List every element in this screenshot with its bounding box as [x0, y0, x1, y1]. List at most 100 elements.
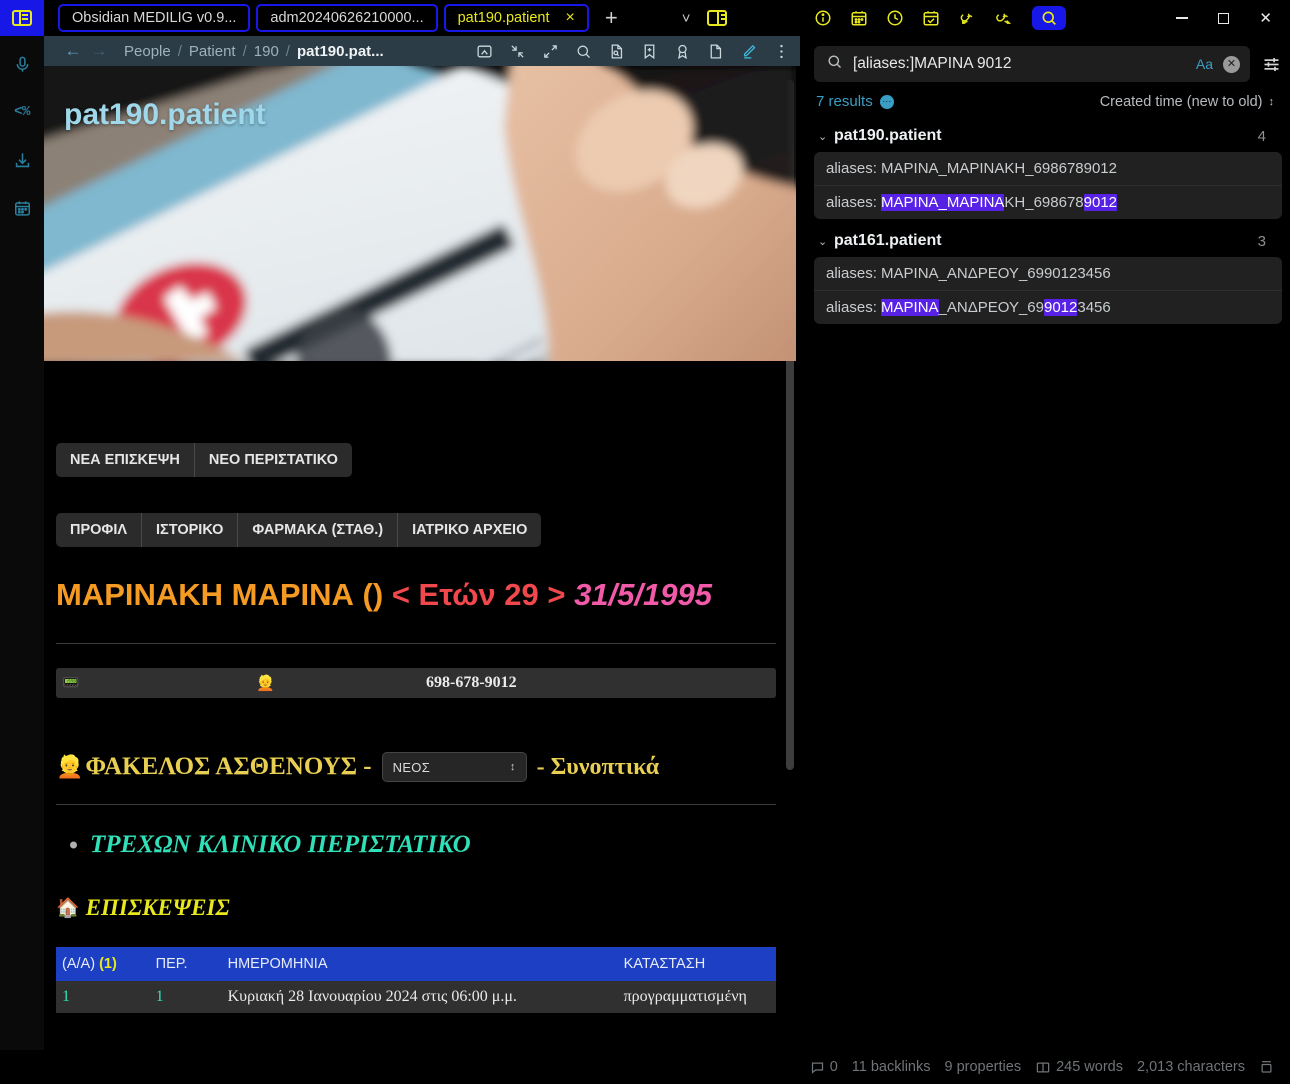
breadcrumb-people[interactable]: People — [124, 43, 171, 60]
note-toolbar — [475, 42, 790, 60]
breadcrumb-patient[interactable]: Patient — [189, 43, 236, 60]
chevron-down-icon[interactable]: ⌄ — [818, 235, 834, 248]
match-case-button[interactable]: Aa — [1196, 56, 1213, 72]
forward-button[interactable]: → — [86, 41, 112, 61]
bookmark-add-icon[interactable] — [640, 42, 658, 60]
maximize-button[interactable] — [1218, 12, 1230, 24]
result-match-count: 3 — [1257, 232, 1266, 250]
template-percent-icon[interactable]: <% — [8, 98, 36, 126]
search-settings-icon[interactable] — [1260, 53, 1282, 75]
breadcrumb: People / Patient / 190 / pat190.pat... — [124, 43, 384, 60]
patient-folder-heading: 👱 ΦΑΚΕΛΟΣ ΑΣΘΕΝΟΥΣ - ΝΕΟΣ ↕ - Συνοπτικά — [56, 752, 776, 782]
section-tab-group: ΠΡΟΦΙΛ ΙΣΤΟΡΙΚΟ ΦΑΡΜΑΚΑ (ΣΤΑΘ.) ΙΑΤΡΙΚΟ … — [56, 513, 542, 547]
search-icon — [826, 53, 843, 75]
result-file-name[interactable]: pat190.patient — [834, 127, 942, 145]
status-properties[interactable]: 9 properties — [945, 1059, 1022, 1075]
tab-pat190-patient[interactable]: pat190.patient × — [443, 4, 589, 32]
tab-profile[interactable]: ΠΡΟΦΙΛ — [56, 513, 141, 547]
new-visit-button[interactable]: ΝΕΑ ΕΠΙΣΚΕΨΗ — [56, 443, 194, 477]
breadcrumb-current: pat190.pat... — [296, 42, 384, 60]
status-comments: 0 — [810, 1059, 838, 1075]
results-bar: 7 results ⋯ Created time (new to old) ↕ — [800, 82, 1290, 110]
results-info-icon[interactable]: ⋯ — [879, 94, 894, 109]
breadcrumb-separator: / — [242, 42, 247, 60]
new-note-icon[interactable] — [706, 42, 724, 60]
note-body: ΝΕΑ ΕΠΙΣΚΕΨΗ ΝΕΟ ΠΕΡΙΣΤΑΤΙΚΟ ΠΡΟΦΙΛ ΙΣΤΟ… — [44, 361, 800, 1013]
bookmark-icon[interactable] — [673, 42, 691, 60]
search-icon[interactable] — [1032, 6, 1066, 30]
current-case-heading[interactable]: ΤΡΕΧΩΝ ΚΛΙΝΙΚΟ ΠΕΡΙΣΤΑΤΙΚΟ — [90, 831, 471, 859]
new-tab-button[interactable]: + — [595, 7, 628, 29]
result-group-header[interactable]: ⌄ pat161.patient 3 — [814, 229, 1282, 253]
info-icon[interactable] — [814, 9, 832, 27]
collapse-icon[interactable] — [508, 42, 526, 60]
result-group-pat190: ⌄ pat190.patient 4 aliases: ΜΑΡΙΝΑ_ΜΑΡΙΝ… — [814, 124, 1282, 219]
file-search-icon[interactable] — [607, 42, 625, 60]
link-forward-icon[interactable] — [995, 9, 1014, 27]
back-button[interactable]: ← — [60, 41, 86, 61]
search-results: ⌄ pat190.patient 4 aliases: ΜΑΡΙΝΑ_ΜΑΡΙΝ… — [800, 110, 1290, 327]
match-highlight: ΜΑΡΙΝΑ — [881, 299, 939, 316]
sidebar-toggle-button[interactable] — [0, 0, 44, 36]
calendar-icon[interactable] — [850, 9, 868, 27]
edit-pen-icon[interactable] — [739, 42, 757, 60]
folder-label: ΦΑΚΕΛΟΣ ΑΣΘΕΝΟΥΣ - — [85, 753, 372, 780]
window-controls: ✕ — [1176, 11, 1290, 26]
calendar-check-icon[interactable] — [922, 9, 940, 27]
minimize-button[interactable] — [1176, 17, 1189, 19]
new-case-button[interactable]: ΝΕΟ ΠΕΡΙΣΤΑΤΙΚΟ — [193, 443, 352, 477]
result-field-label: aliases: — [826, 160, 882, 177]
list-item[interactable]: aliases: ΜΑΡΙΝΑ_ΑΝΔΡΕΟΥ_6990123456 — [814, 290, 1282, 324]
tab-medical-file[interactable]: ΙΑΤΡΙΚΟ ΑΡΧΕΙΟ — [397, 513, 541, 547]
layout-icon[interactable] — [1259, 1059, 1274, 1075]
cell-aa: 1 — [56, 981, 150, 1013]
download-icon[interactable] — [8, 146, 36, 174]
cell-status: προγραμματισμένη — [617, 981, 776, 1013]
chevron-updown-icon[interactable]: ↕ — [1269, 96, 1275, 108]
tab-adm-note[interactable]: adm20240626210000... — [256, 4, 438, 32]
result-group-header[interactable]: ⌄ pat190.patient 4 — [814, 124, 1282, 148]
clear-search-button[interactable]: ✕ — [1223, 55, 1240, 73]
visits-table: (Α/Α) (1) ΠΕΡ. ΗΜΕΡΟΜΗΝΙΑ ΚΑΤΑΣΤΑΣΗ 1 1 … — [56, 947, 776, 1013]
tab-obsidian-medilig[interactable]: Obsidian MEDILIG v0.9... — [58, 4, 251, 32]
tab-history[interactable]: ΙΣΤΟΡΙΚΟ — [141, 513, 237, 547]
folder-status-select[interactable]: ΝΕΟΣ ↕ — [381, 752, 527, 782]
close-icon[interactable]: × — [566, 10, 575, 26]
more-options-icon[interactable] — [772, 42, 790, 60]
close-window-button[interactable]: ✕ — [1259, 11, 1272, 26]
chevron-down-icon[interactable]: ˅ — [682, 10, 691, 27]
breadcrumb-separator: / — [285, 42, 290, 60]
link-back-icon[interactable] — [958, 9, 977, 27]
status-backlinks[interactable]: 11 backlinks — [852, 1059, 931, 1075]
note-banner: pat190.patient — [44, 66, 800, 361]
chevron-updown-icon: ↕ — [509, 760, 516, 773]
sort-label[interactable]: Created time (new to old) — [1100, 94, 1263, 110]
tab-medications[interactable]: ΦΑΡΜΑΚΑ (ΣΤΑΘ.) — [237, 513, 397, 547]
result-text: ΜΑΡΙΝΑ_ΜΑΡΙΝΑΚΗ_6986789012 — [881, 160, 1117, 177]
note-content: pat190.patient ΝΕΑ ΕΠΙΣΚΕΨΗ ΝΕΟ ΠΕΡΙΣΤΑΤ… — [44, 66, 800, 1050]
microphone-icon[interactable] — [8, 50, 36, 78]
results-count: 7 results — [816, 93, 873, 110]
search-input[interactable]: [aliases:]ΜΑΡΙΝΑ 9012 Aa ✕ — [814, 46, 1250, 82]
calendar-icon[interactable] — [8, 194, 36, 222]
patient-age: < Ετών 29 > — [391, 577, 566, 612]
list-item[interactable]: aliases: ΜΑΡΙΝΑ_ΑΝΔΡΕΟΥ_6990123456 — [814, 257, 1282, 290]
clock-icon[interactable] — [886, 9, 904, 27]
right-sidebar-toggle-icon[interactable] — [706, 10, 727, 26]
breadcrumb-190[interactable]: 190 — [254, 43, 279, 60]
list-item[interactable]: aliases: ΜΑΡΙΝΑ_ΜΑΡΙΝΑΚΗ_6986789012 — [814, 185, 1282, 219]
canvas-icon[interactable] — [475, 42, 493, 60]
tab-label: Obsidian MEDILIG v0.9... — [72, 10, 237, 26]
result-field-label: aliases: — [826, 265, 882, 282]
action-button-group: ΝΕΑ ΕΠΙΣΚΕΨΗ ΝΕΟ ΠΕΡΙΣΤΑΤΙΚΟ — [56, 443, 352, 477]
expand-icon[interactable] — [541, 42, 559, 60]
chevron-down-icon[interactable]: ⌄ — [818, 130, 834, 143]
list-item[interactable]: aliases: ΜΑΡΙΝΑ_ΜΑΡΙΝΑΚΗ_6986789012 — [814, 152, 1282, 185]
search-query-text[interactable]: [aliases:]ΜΑΡΙΝΑ 9012 — [853, 55, 1186, 73]
match-highlight: 9012 — [1083, 194, 1118, 211]
tab-label: adm20240626210000... — [270, 10, 424, 26]
search-icon[interactable] — [574, 42, 592, 60]
result-file-name[interactable]: pat161.patient — [834, 232, 942, 250]
result-field-label: aliases: — [826, 194, 882, 211]
phone-number: 698-678-9012 — [426, 674, 517, 691]
